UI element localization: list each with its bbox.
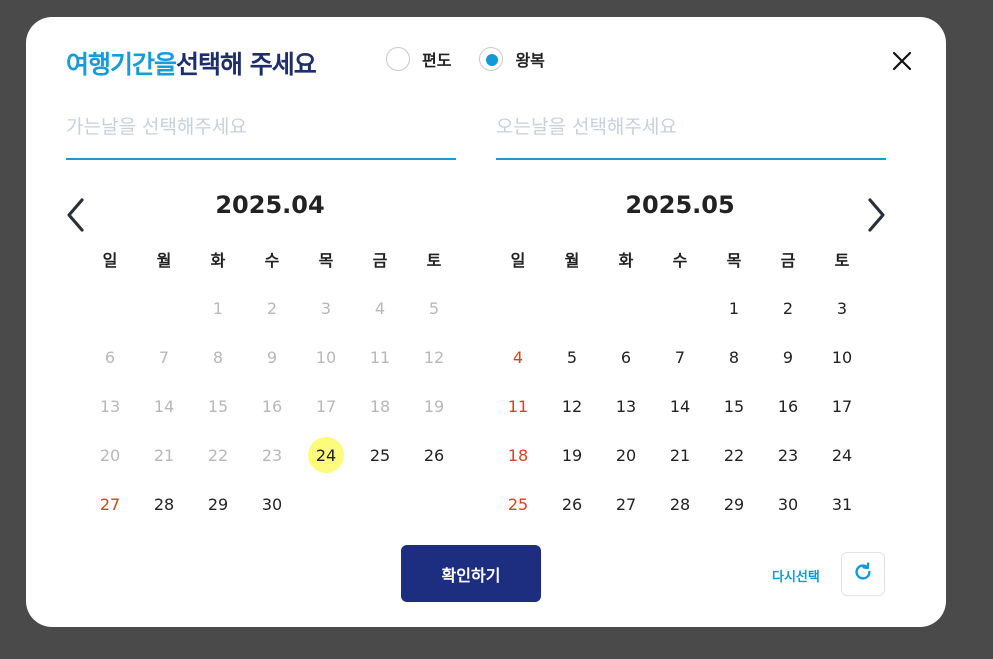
departure-date-input[interactable] <box>66 110 456 144</box>
calendar-day[interactable]: 6 <box>608 339 644 375</box>
trip-type-radio-group: 편도 왕복 <box>386 47 573 71</box>
calendar-day[interactable]: 25 <box>500 486 536 522</box>
one-way-radio[interactable]: 편도 <box>386 47 451 71</box>
calendar-day: 7 <box>158 347 170 367</box>
calendar-day: 21 <box>153 445 175 465</box>
calendar-day: 2 <box>266 298 278 318</box>
weekday-header: 목 <box>726 251 742 270</box>
calendar-day: 11 <box>369 347 391 367</box>
month-title-april: 2025.04 <box>215 191 325 219</box>
calendar-day[interactable]: 10 <box>824 339 860 375</box>
calendar-day[interactable]: 22 <box>716 437 752 473</box>
reset-selection-link[interactable]: 다시선택 <box>772 566 820 585</box>
calendar-day[interactable]: 26 <box>554 486 590 522</box>
calendar-day[interactable]: 1 <box>716 290 752 326</box>
calendar-day: 14 <box>153 396 175 416</box>
calendar-day: 5 <box>428 298 440 318</box>
weekday-header: 화 <box>618 251 634 270</box>
round-trip-label: 왕복 <box>515 51 545 70</box>
calendar-day[interactable]: 31 <box>824 486 860 522</box>
prev-month-chevron-left-icon[interactable] <box>62 195 90 235</box>
calendar-day: 10 <box>315 347 337 367</box>
reset-button[interactable] <box>841 552 885 596</box>
weekday-header: 토 <box>426 251 442 270</box>
return-date-input[interactable] <box>496 110 886 144</box>
calendar-day[interactable]: 3 <box>824 290 860 326</box>
next-month-chevron-right-icon[interactable] <box>862 195 890 235</box>
calendar-day[interactable]: 15 <box>716 388 752 424</box>
calendar-day: 8 <box>212 347 224 367</box>
departure-date-field[interactable] <box>66 110 456 160</box>
calendar-day: 15 <box>207 396 229 416</box>
calendar-day[interactable]: 8 <box>716 339 752 375</box>
calendar-day[interactable]: 16 <box>770 388 806 424</box>
calendar-day[interactable]: 30 <box>770 486 806 522</box>
calendar-day[interactable]: 25 <box>362 437 398 473</box>
calendar-day: 13 <box>99 396 121 416</box>
calendar-day[interactable]: 9 <box>770 339 806 375</box>
calendar-day-today[interactable]: 24 <box>308 437 344 473</box>
calendar-day[interactable]: 21 <box>662 437 698 473</box>
calendar-day: 9 <box>266 347 278 367</box>
calendar-day[interactable]: 29 <box>716 486 752 522</box>
weekday-header: 수 <box>264 251 280 270</box>
weekday-header: 목 <box>318 251 334 270</box>
calendar-day[interactable]: 14 <box>662 388 698 424</box>
round-trip-radio[interactable]: 왕복 <box>479 47 545 71</box>
refresh-icon <box>852 561 874 587</box>
calendar-day[interactable]: 27 <box>92 486 128 522</box>
weekday-header: 금 <box>372 251 388 270</box>
close-icon[interactable] <box>890 49 914 73</box>
weekday-header: 일 <box>510 251 526 270</box>
calendar-day[interactable]: 23 <box>770 437 806 473</box>
one-way-label: 편도 <box>422 51 452 70</box>
calendar-day: 16 <box>261 396 283 416</box>
radio-circle[interactable] <box>479 47 504 71</box>
calendar-day[interactable]: 17 <box>824 388 860 424</box>
calendar-day: 17 <box>315 396 337 416</box>
calendar-day[interactable]: 5 <box>554 339 590 375</box>
calendar-day[interactable]: 11 <box>500 388 536 424</box>
calendar-day[interactable]: 30 <box>254 486 290 522</box>
weekday-header: 일 <box>102 251 118 270</box>
calendar-day: 20 <box>99 445 121 465</box>
weekday-header: 월 <box>156 251 172 270</box>
calendar-day[interactable]: 27 <box>608 486 644 522</box>
radio-circle[interactable] <box>386 47 410 71</box>
calendar-day[interactable]: 29 <box>200 486 236 522</box>
calendar-day: 22 <box>207 445 229 465</box>
weekday-header: 수 <box>672 251 688 270</box>
calendar-day: 1 <box>212 298 224 318</box>
weekday-header: 화 <box>210 251 226 270</box>
return-date-field[interactable] <box>496 110 886 160</box>
title-highlight: 여행기간을 <box>66 50 177 79</box>
calendar-day[interactable]: 4 <box>500 339 536 375</box>
calendar-day[interactable]: 7 <box>662 339 698 375</box>
month-title-may: 2025.05 <box>625 191 735 219</box>
weekday-header: 월 <box>564 251 580 270</box>
calendar-day[interactable]: 24 <box>824 437 860 473</box>
calendar-day: 3 <box>320 298 332 318</box>
title-rest: 선택해 주세요 <box>176 50 317 79</box>
calendar-day[interactable]: 28 <box>146 486 182 522</box>
calendar-day[interactable]: 18 <box>500 437 536 473</box>
calendar-day[interactable]: 2 <box>770 290 806 326</box>
calendar-day[interactable]: 26 <box>416 437 452 473</box>
calendar-day[interactable]: 19 <box>554 437 590 473</box>
modal-title: 여행기간을선택해 주세요 <box>66 45 317 81</box>
weekday-header: 금 <box>780 251 796 270</box>
confirm-button[interactable]: 확인하기 <box>401 545 541 602</box>
calendar-day: 19 <box>423 396 445 416</box>
calendar-day: 23 <box>261 445 283 465</box>
calendar-day[interactable]: 13 <box>608 388 644 424</box>
calendar-day: 6 <box>104 347 116 367</box>
calendar-day: 12 <box>423 347 445 367</box>
weekday-header: 토 <box>834 251 850 270</box>
calendar-day[interactable]: 28 <box>662 486 698 522</box>
calendar-day[interactable]: 12 <box>554 388 590 424</box>
calendar-day: 18 <box>369 396 391 416</box>
calendar-day: 4 <box>374 298 386 318</box>
date-picker-modal: 여행기간을선택해 주세요 편도 왕복 2025.04 2025.05 일 월 화 수 목… <box>26 17 946 627</box>
calendar-day[interactable]: 20 <box>608 437 644 473</box>
